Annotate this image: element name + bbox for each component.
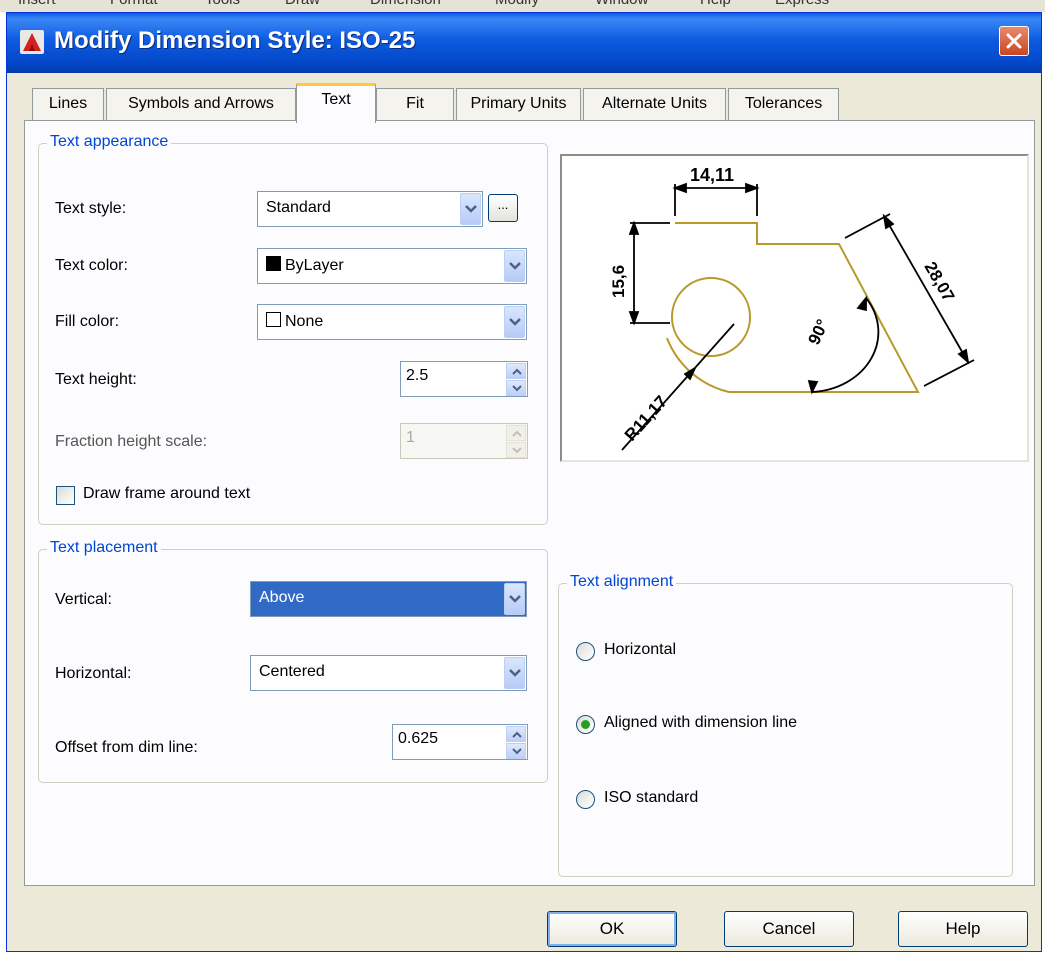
draw-frame-checkbox[interactable] — [56, 486, 75, 505]
spin-down-icon[interactable] — [506, 743, 526, 759]
background-menu-strip: Insert Format Tools Draw Dimension Modif… — [0, 0, 1045, 12]
text-style-browse-button[interactable]: ... — [488, 194, 518, 222]
radio-selected-dot — [581, 720, 590, 729]
horizontal-label: Horizontal: — [55, 665, 132, 682]
text-height-value: 2.5 — [406, 367, 429, 384]
tab-text[interactable]: Text — [296, 83, 376, 123]
dim-text-top: 14,11 — [690, 165, 734, 185]
radio-aligned-label[interactable]: Aligned with dimension line — [604, 714, 797, 732]
radio-horizontal[interactable] — [576, 642, 595, 661]
tab-tolerances[interactable]: Tolerances — [728, 88, 839, 121]
color-swatch — [266, 312, 281, 327]
text-color-dropdown[interactable]: ByLayer — [257, 248, 527, 284]
vertical-label: Vertical: — [55, 591, 112, 608]
window-title: Modify Dimension Style: ISO-25 — [54, 27, 416, 54]
group-title: Text placement — [47, 539, 161, 557]
vertical-dropdown[interactable]: Above — [250, 581, 527, 617]
dim-text-radius: R11,17 — [621, 392, 671, 445]
background-menu-item: Window — [595, 0, 648, 8]
text-style-label: Text style: — [55, 200, 127, 217]
spin-up-icon[interactable] — [506, 363, 526, 379]
dim-text-left: 15,6 — [609, 265, 628, 298]
close-button[interactable] — [999, 26, 1029, 56]
spin-up-icon[interactable] — [506, 726, 526, 742]
color-swatch — [266, 256, 281, 271]
radio-horizontal-label[interactable]: Horizontal — [604, 641, 676, 659]
tab-symbols-and-arrows[interactable]: Symbols and Arrows — [106, 88, 296, 121]
background-menu-item: Help — [700, 0, 731, 8]
chevron-down-icon[interactable] — [504, 250, 525, 282]
offset-spinner[interactable]: 0.625 — [392, 724, 528, 760]
background-menu-item: Format — [110, 0, 158, 8]
background-menu-item: Express — [775, 0, 829, 8]
cancel-button[interactable]: Cancel — [724, 911, 854, 947]
close-icon — [1006, 33, 1022, 49]
horizontal-value: Centered — [259, 663, 325, 680]
radio-iso-standard[interactable] — [576, 790, 595, 809]
fill-color-value: None — [285, 313, 324, 330]
background-menu-item: Draw — [285, 0, 320, 8]
text-color-value: ByLayer — [285, 257, 344, 274]
text-color-label: Text color: — [55, 257, 128, 274]
tab-lines[interactable]: Lines — [32, 88, 104, 121]
dim-text-angle: 90° — [804, 316, 832, 348]
title-bar[interactable]: Modify Dimension Style: ISO-25 — [7, 13, 1041, 73]
spin-up-icon[interactable] — [506, 425, 526, 441]
fraction-height-scale-spinner[interactable]: 1 — [400, 423, 528, 459]
fraction-height-scale-value: 1 — [406, 429, 415, 446]
offset-label: Offset from dim line: — [55, 739, 198, 756]
text-height-label: Text height: — [55, 371, 137, 388]
fill-color-dropdown[interactable]: None — [257, 304, 527, 340]
background-menu-item: Tools — [205, 0, 240, 8]
chevron-down-icon[interactable] — [504, 583, 525, 615]
tab-fit[interactable]: Fit — [376, 88, 454, 121]
draw-frame-label[interactable]: Draw frame around text — [83, 485, 250, 503]
horizontal-dropdown[interactable]: Centered — [250, 655, 527, 691]
tab-alternate-units[interactable]: Alternate Units — [583, 88, 726, 121]
text-style-dropdown[interactable]: Standard — [257, 191, 483, 227]
spin-down-icon[interactable] — [506, 442, 526, 458]
chevron-down-icon[interactable] — [460, 193, 481, 225]
text-style-value: Standard — [266, 199, 331, 216]
background-menu-item: Modify — [495, 0, 539, 8]
ok-button[interactable]: OK — [547, 911, 677, 947]
group-title: Text appearance — [47, 133, 172, 151]
fraction-height-scale-label: Fraction height scale: — [55, 433, 208, 450]
chevron-down-icon[interactable] — [504, 306, 525, 338]
background-menu-item: Insert — [18, 0, 56, 8]
chevron-down-icon[interactable] — [504, 657, 525, 689]
autocad-app-icon — [20, 30, 44, 54]
modify-dimension-style-dialog: Modify Dimension Style: ISO-25 Lines Sym… — [6, 12, 1042, 952]
tab-panel-text: Text appearance Text style: Standard ...… — [24, 120, 1035, 886]
spin-down-icon[interactable] — [506, 380, 526, 396]
offset-value: 0.625 — [398, 730, 439, 747]
preview-drawing: 14,11 15,6 28,07 90° R11,17 — [609, 165, 975, 451]
fill-color-label: Fill color: — [55, 313, 120, 330]
dim-text-right: 28,07 — [921, 259, 959, 305]
radio-aligned-with-dimension-line[interactable] — [576, 715, 595, 734]
text-height-spinner[interactable]: 2.5 — [400, 361, 528, 397]
tab-primary-units[interactable]: Primary Units — [456, 88, 581, 121]
radio-iso-standard-label[interactable]: ISO standard — [604, 789, 698, 807]
group-title: Text alignment — [567, 573, 677, 591]
dimension-preview: 14,11 15,6 28,07 90° R11,17 — [560, 154, 1029, 462]
help-button[interactable]: Help — [898, 911, 1028, 947]
vertical-value: Above — [259, 589, 305, 606]
background-menu-item: Dimension — [370, 0, 441, 8]
